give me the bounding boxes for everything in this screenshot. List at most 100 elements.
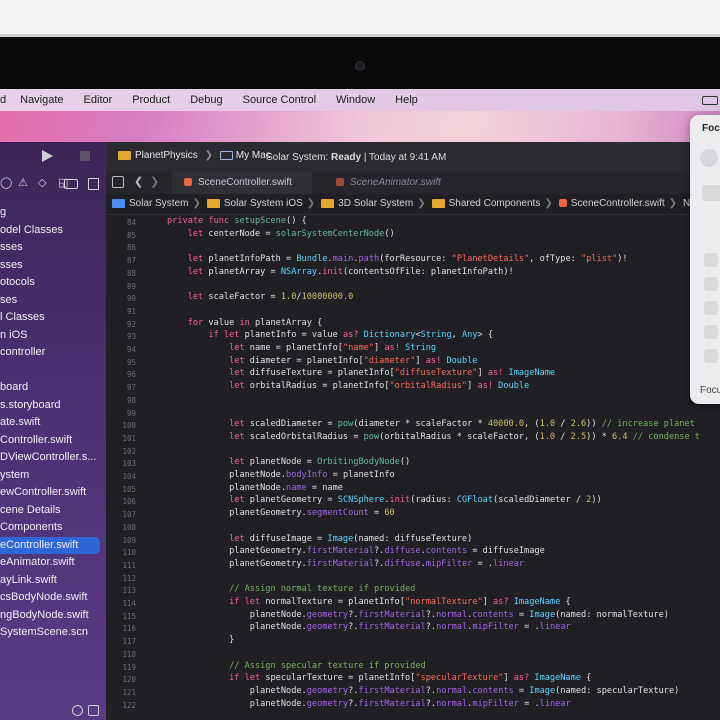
sidebar-item[interactable]: DViewController.s... [0,449,106,466]
issue-icon[interactable]: ⚠ [18,176,28,189]
screen: d Navigate Editor Product Debug Source Contro… [0,89,720,720]
sidebar-item[interactable]: l Classes [0,309,106,326]
tab-sceneanimator[interactable]: SceneAnimator.swift [324,172,441,194]
bed-icon[interactable] [704,349,718,363]
sidebar-item[interactable]: odel Classes [0,222,106,239]
code-token: func [208,216,235,226]
scheme-selector[interactable]: PlanetPhysics ❯ My Mac [118,150,271,161]
sidebar-item[interactable]: ses [0,292,106,309]
scheme-name: PlanetPhysics [135,150,198,161]
breadcrumb-item[interactable]: Shared Components [431,198,540,209]
menu-item[interactable]: Navigate [20,94,63,106]
sidebar-item[interactable]: Components [0,519,106,536]
sidebar-item[interactable]: controller [0,344,106,361]
code-token: setupScene [234,216,287,226]
sidebar-item[interactable]: Controller.swift [0,432,106,449]
focus-option-icon[interactable] [704,253,718,267]
debug-icon[interactable] [64,179,78,189]
menu-item[interactable]: Window [336,94,375,106]
breakpoint-icon[interactable]: ◇ [38,176,46,189]
code-line: planetGeometry.firstMaterial?.diffuse.mi… [167,559,524,569]
sidebar-item[interactable]: ewController.swift [0,484,106,501]
status-state: Ready [331,152,362,163]
code-token: diffuseImage = [249,533,328,544]
code-line: planetNode.bodyInfo = planetInfo [167,470,395,480]
sidebar-item[interactable]: g [0,204,106,221]
code-token: centerNode = [208,228,276,239]
hierarchy-icon[interactable]: ◯ [0,176,12,189]
play-icon[interactable] [42,150,53,162]
code-token: ImageName [508,368,556,379]
person-icon[interactable] [704,301,718,315]
sidebar-item[interactable]: ystem [0,467,106,484]
breadcrumb-item[interactable]: Solar System [112,198,188,209]
breadcrumb-item[interactable]: 3D Solar System [321,198,413,209]
breadcrumb-item[interactable]: SceneController.swift [558,198,665,209]
sidebar-item[interactable]: ayLink.swift [0,572,106,589]
swift-file-icon [558,199,567,208]
code-token: firstMaterial [358,685,426,696]
line-number: 120 [122,675,136,685]
code-token: )) * [586,431,613,442]
menu-item[interactable]: d [0,94,6,106]
sidebar-item[interactable]: board [0,379,106,396]
code-token: ] [477,368,488,379]
code-token: let [229,355,250,366]
chevron-right-icon[interactable]: ❯ [150,175,159,188]
sidebar-item[interactable]: ngBodyNode.swift [0,607,106,624]
menu-item[interactable]: Debug [190,94,222,106]
recent-files-icon[interactable] [72,705,83,716]
code-line: if let specularTexture = planetInfo["spe… [167,673,591,683]
breadcrumb-item[interactable]: Solar System iOS [206,198,303,209]
tab-scenecontroller[interactable]: SceneController.swift [172,172,312,194]
code-token: ?. [348,685,359,696]
sidebar-item[interactable]: eAnimator.swift [0,554,106,571]
sidebar-item[interactable]: SystemScene.scn [0,624,106,641]
focus-toggle[interactable] [702,185,720,201]
line-number: 107 [122,510,136,520]
sidebar-item[interactable]: eController.swift [0,536,100,554]
sidebar-item[interactable]: ate.swift [0,414,106,431]
sidebar-item[interactable]: csBodyNode.swift [0,589,106,606]
line-number: 86 [126,243,136,253]
chevron-left-icon[interactable]: ❮ [134,175,143,188]
sidebar-item[interactable]: sses [0,239,106,256]
sidebar-item[interactable]: cene Details [0,502,106,519]
code-token: (named: diffuseTexture) [353,533,473,544]
code-token: planetArray { [254,317,323,328]
breadcrumb-label: Solar System iOS [223,198,303,209]
line-number: 105 [122,484,136,494]
focus-footer[interactable]: Focu [700,385,720,396]
camera-icon [355,61,365,71]
sidebar-item[interactable]: n iOS [0,327,106,344]
menu-item[interactable]: Source Control [243,94,316,106]
source-control-filter-icon[interactable] [88,705,99,716]
focus-option-icon[interactable] [704,277,718,291]
stop-icon[interactable] [80,151,90,161]
code-line: let diameter = planetInfo["diameter"] as… [167,356,477,366]
code-token: geometry [306,609,349,620]
code-token: "diffuseTexture" [394,368,478,379]
sidebar-item[interactable] [0,362,106,379]
menu-item[interactable]: Editor [84,94,113,106]
code-token: "plist" [581,254,618,265]
menu-item[interactable]: Product [132,94,170,106]
source-editor[interactable]: 84 private func setupScene() {85 let cent… [106,216,720,720]
moon-icon[interactable] [700,149,718,167]
report-icon[interactable] [88,178,99,190]
code-token: )! [617,254,628,265]
sidebar-item[interactable]: sses [0,257,106,274]
grid-icon[interactable] [112,176,124,188]
sidebar-item[interactable]: s.storyboard [0,397,106,414]
sidebar-item[interactable]: otocols [0,274,106,291]
code-token: { [560,597,571,607]
status-prefix: Solar System: [266,152,332,163]
menu-item[interactable]: Help [395,94,418,106]
focus-option-icon[interactable] [704,325,718,339]
code-token: 2.5 [570,431,587,442]
code-token: scaleFactor = [208,292,281,303]
